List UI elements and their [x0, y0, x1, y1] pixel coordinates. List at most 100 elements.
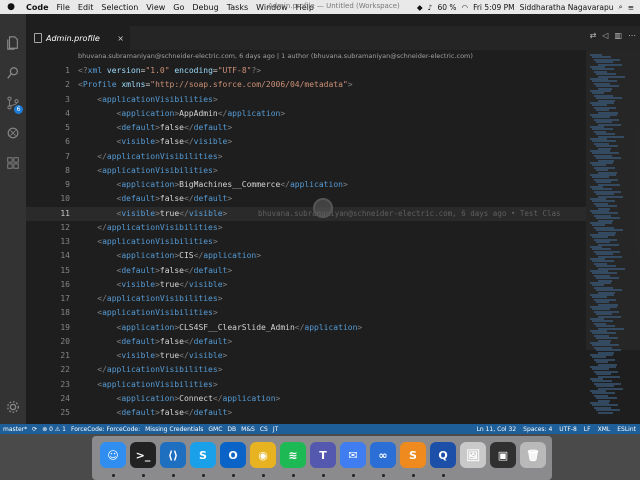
menu-edit[interactable]: Edit	[74, 3, 98, 12]
code-line[interactable]: 20 <default>false</default>	[26, 335, 586, 349]
dock-screen-icon[interactable]: ▣	[490, 442, 516, 468]
extensions-icon[interactable]	[0, 152, 26, 174]
dock-skype-icon[interactable]: S	[190, 442, 216, 468]
open-changes-icon[interactable]: ◁	[602, 31, 608, 40]
battery-label[interactable]: 60 %	[437, 3, 456, 12]
code-token: >	[280, 108, 286, 118]
dropbox-icon[interactable]: ◆	[417, 3, 423, 12]
status-item-right[interactable]: LF	[584, 426, 591, 433]
spotlight-icon[interactable]: ⌕	[619, 2, 623, 12]
debug-icon[interactable]	[0, 122, 26, 144]
menu-list-icon[interactable]: ≡	[628, 3, 634, 12]
code-line[interactable]: 1 <?xml version="1.0" encoding="UTF-8"?>	[26, 64, 586, 78]
code-line[interactable]: 24 <application>Connect</application>	[26, 392, 586, 406]
status-item-right[interactable]: UTF-8	[559, 426, 577, 433]
compare-icon[interactable]: ⇄	[590, 31, 597, 40]
close-icon[interactable]: ×	[117, 34, 124, 43]
status-item-right[interactable]: Spaces: 4	[523, 426, 552, 433]
code-line[interactable]: 17 </applicationVisibilities>	[26, 292, 586, 306]
code-line[interactable]: 4 <application>AppAdmin</application>	[26, 107, 586, 121]
search-icon[interactable]	[0, 62, 26, 84]
code-line[interactable]: 11 <visible>true</visible> bhuvana.subram…	[26, 206, 586, 221]
code-line[interactable]: 12 </applicationVisibilities>	[26, 221, 586, 235]
source-control-icon[interactable]: 6	[0, 92, 26, 114]
dock-messenger-icon[interactable]: ✉	[340, 442, 366, 468]
status-item-right[interactable]: XML	[598, 426, 611, 433]
menu-file[interactable]: File	[53, 3, 74, 12]
dock: ☺ >_ ⟨⟩ S O ◉ ≋ T ✉ ∞ S Q 🖼 ▣ 🗑	[92, 436, 552, 480]
status-item-left[interactable]: CS	[260, 426, 268, 433]
dock-preview-icon[interactable]: 🖼	[460, 442, 486, 468]
code-line[interactable]: 19 <application>CLS4SF__ClearSlide_Admin…	[26, 321, 586, 335]
menu-view[interactable]: View	[142, 3, 169, 12]
status-item-left[interactable]: JT	[273, 426, 278, 433]
status-item-left[interactable]: ForceCode: ForceCode:	[71, 426, 140, 433]
code-line[interactable]: 7 </applicationVisibilities>	[26, 150, 586, 164]
dock-outlook-icon[interactable]: O	[220, 442, 246, 468]
status-item-left[interactable]: master*	[3, 426, 27, 433]
dock-sublime-icon[interactable]: S	[400, 442, 426, 468]
code-token: visible	[188, 279, 223, 289]
line-number: 9	[65, 180, 70, 189]
code-text: <default>false</default>	[78, 264, 233, 278]
code-line[interactable]: 14 <application>CIS</application>	[26, 249, 586, 263]
dock-loop-icon[interactable]: ∞	[370, 442, 396, 468]
minimap[interactable]	[586, 50, 640, 424]
dock-spotify-icon[interactable]: ≋	[280, 442, 306, 468]
code-token: </	[280, 180, 290, 189]
code-line[interactable]: 3 <applicationVisibilities>	[26, 93, 586, 107]
dock-terminal-icon[interactable]: >_	[130, 442, 156, 468]
status-item-left[interactable]: ⟳	[32, 426, 37, 433]
dock-chrome-icon[interactable]: ◉	[250, 442, 276, 468]
menu-go[interactable]: Go	[169, 3, 188, 12]
more-actions-icon[interactable]: ⋯	[628, 31, 636, 40]
code-line[interactable]: 18 <applicationVisibilities>	[26, 306, 586, 320]
apple-icon[interactable]: ●	[0, 2, 22, 12]
tab-admin-profile[interactable]: Admin.profile ×	[26, 26, 130, 50]
code-line[interactable]: 16 <visible>true</visible>	[26, 278, 586, 292]
code-line[interactable]: 9 <application>BigMachines__Commerce</ap…	[26, 178, 586, 192]
dock-trash-icon[interactable]: 🗑	[520, 442, 546, 468]
code-line[interactable]: 5 <default>false</default>	[26, 121, 586, 135]
menu-tasks[interactable]: Tasks	[223, 3, 252, 12]
user-name[interactable]: Siddharatha Nagavarapu	[520, 3, 614, 12]
code-line[interactable]: 22 </applicationVisibilities>	[26, 363, 586, 377]
files-icon[interactable]	[0, 32, 26, 54]
status-item-left[interactable]: Missing Credentials	[145, 426, 203, 433]
status-item-left[interactable]: GMC	[208, 426, 222, 433]
menu-debug[interactable]: Debug	[188, 3, 222, 12]
split-editor-icon[interactable]: ▥	[614, 31, 622, 40]
code-line[interactable]: 25 <default>false</default>	[26, 406, 586, 420]
dock-quicktime-icon[interactable]: Q	[430, 442, 456, 468]
clock-label[interactable]: Fri 5:09 PM	[473, 3, 515, 12]
line-number: 25	[60, 408, 70, 417]
code-token: version	[102, 66, 141, 75]
code-line[interactable]: 10 <default>false</default>	[26, 192, 586, 206]
code-line[interactable]: 21 <visible>true</visible>	[26, 349, 586, 363]
status-item-left[interactable]: M&S	[241, 426, 255, 433]
wifi-icon[interactable]: ◠	[462, 3, 469, 12]
code-line[interactable]: 8 <applicationVisibilities>	[26, 164, 586, 178]
running-indicator	[322, 474, 325, 477]
code-line[interactable]: 2 <Profile xmlns="http://soap.sforce.com/…	[26, 78, 586, 92]
code-lines[interactable]: 1 <?xml version="1.0" encoding="UTF-8"?> 2…	[26, 64, 586, 420]
status-item-right[interactable]: ESLint	[617, 426, 636, 433]
status-item-left[interactable]: ⊗ 0 ⚠ 1	[42, 426, 66, 433]
menu-selection[interactable]: Selection	[97, 3, 142, 12]
gear-icon[interactable]	[0, 396, 26, 418]
dock-vscode-icon[interactable]: ⟨⟩	[160, 442, 186, 468]
status-item-left[interactable]: DB	[227, 426, 236, 433]
code-line[interactable]: 23 <applicationVisibilities>	[26, 378, 586, 392]
dock-teams-icon[interactable]: T	[310, 442, 336, 468]
blame-header[interactable]: bhuvana.subramaniyan@schneider-electric.…	[78, 52, 473, 60]
status-item-right[interactable]: Ln 11, Col 32	[477, 426, 517, 433]
code-token: </	[184, 408, 194, 417]
menu-code[interactable]: Code	[22, 3, 53, 12]
code-line[interactable]: 6 <visible>false</visible>	[26, 135, 586, 149]
code-line[interactable]: 15 <default>false</default>	[26, 264, 586, 278]
editor[interactable]: bhuvana.subramaniyan@schneider-electric.…	[26, 50, 640, 424]
code-token: </	[184, 137, 194, 147]
dock-finder-icon[interactable]: ☺	[100, 442, 126, 468]
volume-icon[interactable]: ♪	[428, 3, 433, 12]
code-line[interactable]: 13 <applicationVisibilities>	[26, 235, 586, 249]
